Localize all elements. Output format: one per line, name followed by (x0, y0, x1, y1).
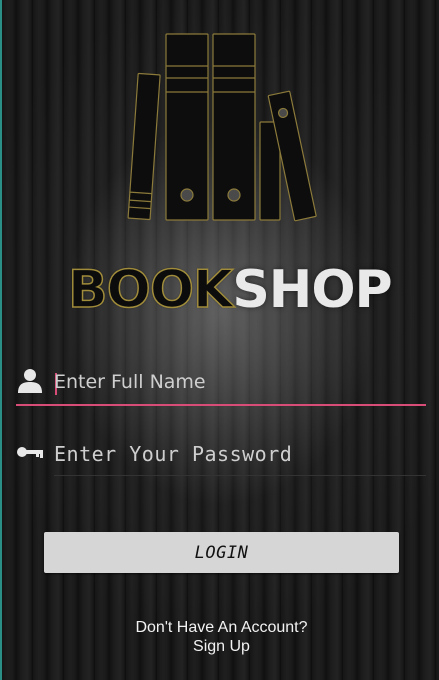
brand-text-book: BOOK (67, 259, 234, 321)
brand-logo: BOOKSHOP (67, 258, 392, 322)
login-screen: BOOKSHOP LOGIN Don't Have An Account? Si… (0, 0, 439, 680)
password-underline (54, 475, 426, 476)
signup-link[interactable]: Sign Up (2, 638, 439, 656)
signup-question: Don't Have An Account? (135, 619, 308, 636)
brand-text-shop: SHOP (232, 260, 392, 320)
key-icon (17, 447, 43, 458)
login-button[interactable]: LOGIN (44, 532, 399, 573)
user-icon (18, 369, 42, 393)
password-field (16, 432, 426, 476)
full-name-field (16, 360, 426, 406)
password-input[interactable] (54, 434, 414, 474)
full-name-input[interactable] (54, 362, 414, 402)
books-icon (127, 33, 317, 222)
